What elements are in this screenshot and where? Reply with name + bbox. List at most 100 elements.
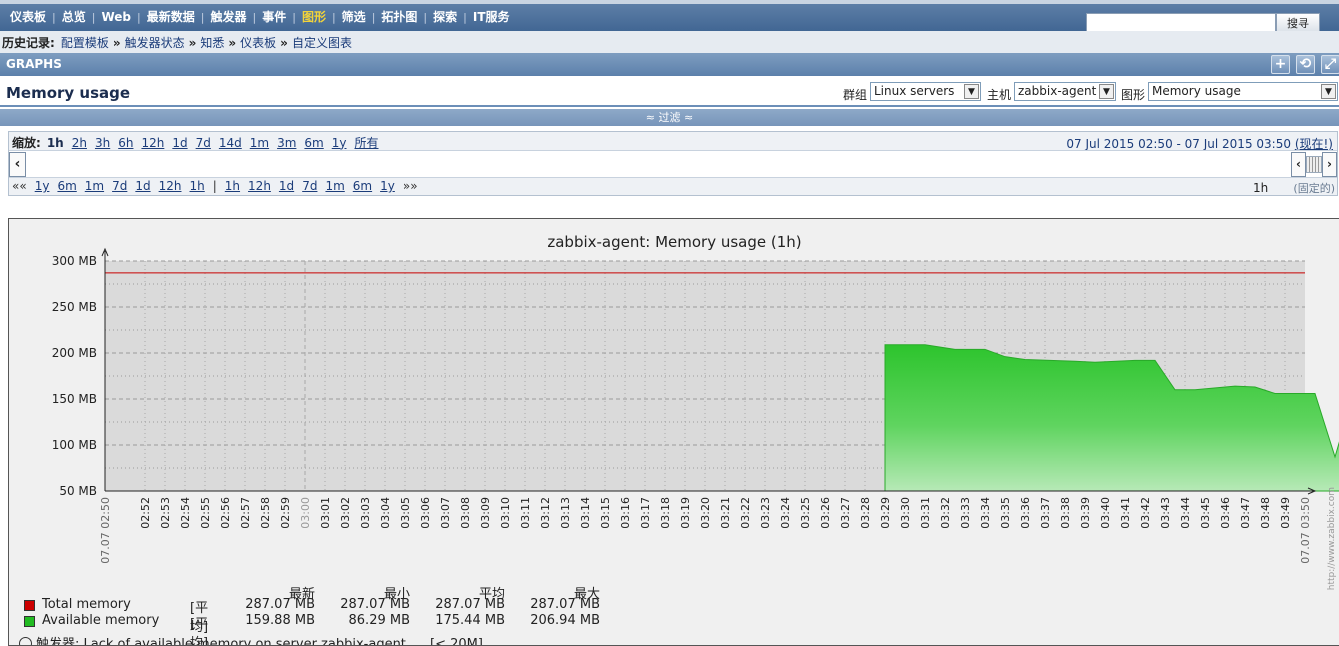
x-tick-label: 03:42 [1139,497,1152,529]
nav-back-link[interactable]: 6m [57,179,76,193]
y-tick-label: 50 MB [59,484,97,498]
legend-value: 159.88 MB [245,613,315,628]
refresh-icon[interactable]: ⟲ [1296,55,1315,74]
zoom-option[interactable]: 6m [304,136,323,150]
history-link[interactable]: 知悉 [200,36,224,50]
zoom-option[interactable]: 1m [250,136,269,150]
filter-toggle[interactable]: ≈ 过滤 ≈ [0,109,1339,126]
x-tick-label: 03:36 [1019,497,1032,529]
chevron-down-icon: ▼ [964,84,979,99]
zabbix-watermark: http://www.zabbix.com [1327,487,1337,590]
search-button[interactable]: 搜寻 [1276,13,1320,32]
graph-select[interactable]: Memory usage ▼ [1148,82,1338,101]
group-label: 群组 [843,88,868,102]
menu-item[interactable]: 筛选 [336,10,372,24]
history-link[interactable]: 自定义图表 [292,36,352,50]
x-tick-label: 03:24 [779,497,792,529]
handle-right-arrow-icon[interactable]: › [1322,152,1337,177]
main-menu: 仪表板 | 总览 | Web | 最新数据 | 触发器 | 事件 | 图形 | 筛选 | 拓扑图 | 探索 | IT服务 [4,10,516,24]
zoom-option[interactable]: 14d [219,136,242,150]
nav-back-link[interactable]: 12h [159,179,182,193]
menu-item[interactable]: 最新数据 [141,10,201,24]
x-tick-label: 03:17 [639,497,652,529]
menu-item[interactable]: 总览 [56,10,92,24]
nav-back-link[interactable]: 1m [85,179,104,193]
x-tick-label: 03:13 [559,497,572,529]
fixed-toggle[interactable]: (固定的) [1293,180,1335,196]
x-tick-label: 03:03 [359,497,372,529]
nav-back-link[interactable]: 1h [190,179,205,193]
menu-item[interactable]: 事件 [256,10,292,24]
navigation-row: «« 1y 6m 1m 7d 1d 12h 1h | 1h 12h 1d 7d 1m 6m 1y »» [12,179,426,193]
menu-item[interactable]: IT服务 [467,10,516,24]
group-select[interactable]: Linux servers ▼ [870,82,981,101]
nav-back-start[interactable]: «« [12,179,27,193]
top-menu-bar: 仪表板 | 总览 | Web | 最新数据 | 触发器 | 事件 | 图形 | 筛选 | 拓扑图 | 探索 | IT服务… [0,0,1339,35]
nav-forward-link[interactable]: 7d [302,179,317,193]
search-input[interactable] [1086,13,1276,32]
nav-forward-link[interactable]: 12h [248,179,271,193]
history-link[interactable]: 触发器状态 [125,36,185,50]
zoom-option[interactable]: 7d [196,136,211,150]
x-tick-label: 03:15 [599,497,612,529]
nav-back-link[interactable]: 1y [35,179,50,193]
legend-value: 287.07 MB [245,597,315,612]
scrollbar-handle[interactable]: ‹ › [1291,152,1337,177]
host-select[interactable]: zabbix-agent ▼ [1014,82,1116,101]
legend-value: 287.07 MB [340,597,410,612]
x-tick-label: 02:53 [159,497,172,529]
x-tick-label: 02:54 [179,497,192,529]
menu-item[interactable]: 拓扑图 [375,10,423,24]
x-tick-label: 03:44 [1179,497,1192,529]
trigger-label: 触发器: Lack of available memory on server … [36,637,406,646]
zoom-option[interactable]: 所有 [355,134,379,151]
nav-forward-link[interactable]: 1d [279,179,294,193]
zoom-option[interactable]: 12h [141,136,164,150]
grip-icon[interactable] [1306,156,1322,173]
zoom-option[interactable]: 3m [277,136,296,150]
x-tick-label: 03:49 [1279,497,1292,529]
history-link[interactable]: 配置模板 [61,36,109,50]
nav-forward-end[interactable]: »» [403,179,418,193]
x-tick-label: 03:16 [619,497,632,529]
now-link[interactable]: (现在!) [1295,137,1333,151]
zoom-option[interactable]: 1h [47,136,64,150]
graph-label: 图形 [1121,88,1146,102]
y-tick-label: 150 MB [52,392,97,406]
menu-item[interactable]: 仪表板 [4,10,52,24]
zoom-option[interactable]: 1d [172,136,187,150]
zoom-option[interactable]: 2h [72,136,87,150]
history-link[interactable]: 仪表板 [240,36,276,50]
x-tick-label: 03:01 [319,497,332,529]
time-scrollbar[interactable]: ‹ ‹ › [9,150,1337,178]
x-tick-label: 03:35 [999,497,1012,529]
fullscreen-icon[interactable]: ⤢ [1321,55,1339,74]
legend-swatch [24,600,35,611]
zoom-option[interactable]: 1y [332,136,347,150]
menu-item[interactable]: 触发器 [204,10,252,24]
menu-item[interactable]: 探索 [427,10,463,24]
nav-back-link[interactable]: 7d [112,179,127,193]
nav-forward-link[interactable]: 6m [353,179,372,193]
x-tick-label: 03:25 [799,497,812,529]
x-tick-label: 03:43 [1159,497,1172,529]
nav-forward-link[interactable]: 1h [225,179,240,193]
history-items: 配置模板» 触发器状态» 知悉» 仪表板» 自定义图表 [61,34,352,51]
x-tick-label: 03:00 [299,497,312,529]
handle-left-arrow-icon[interactable]: ‹ [1291,152,1306,177]
timeline-control: 缩放: 1h 2h 3h 6h 12h 1d 7d 14d 1m 3m 6m 1y 所有 07 Jul … [8,131,1338,196]
y-tick-label: 200 MB [52,346,97,360]
x-tick-label: 03:40 [1099,497,1112,529]
menu-item[interactable]: 图形 [296,10,332,24]
zoom-row: 缩放: 1h 2h 3h 6h 12h 1d 7d 14d 1m 3m 6m 1y 所有 [12,134,387,151]
zoom-option[interactable]: 3h [95,136,110,150]
nav-forward-link[interactable]: 1m [325,179,344,193]
nav-forward-link[interactable]: 1y [380,179,395,193]
add-to-favorites-icon[interactable]: + [1271,55,1290,74]
zoom-option[interactable]: 6h [118,136,133,150]
nav-back-link[interactable]: 1d [135,179,150,193]
scroll-left-button[interactable]: ‹ [9,152,26,177]
menu-item[interactable]: Web [95,10,137,24]
graph-select-value: Memory usage [1152,84,1241,98]
trigger-threshold: [< 20M] [430,637,483,646]
